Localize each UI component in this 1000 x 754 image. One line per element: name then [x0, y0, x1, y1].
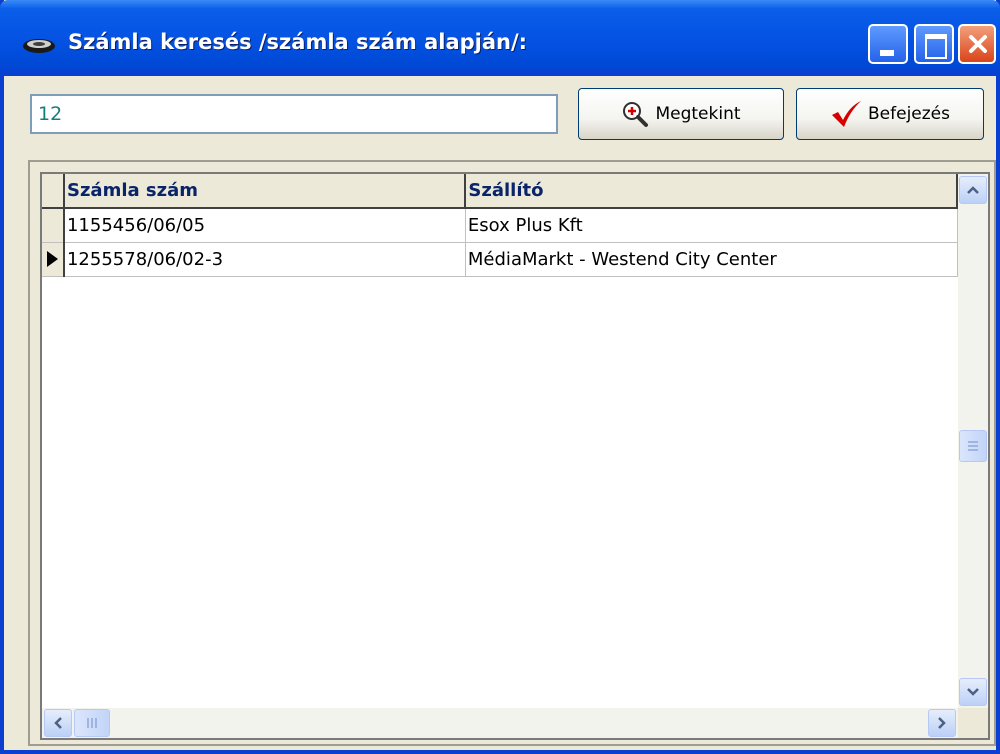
- supplier-cell[interactable]: MédiaMarkt - Westend City Center: [465, 242, 958, 277]
- horizontal-scroll-thumb[interactable]: [74, 709, 110, 737]
- checkmark-icon: [832, 101, 861, 127]
- grip-icon: [968, 441, 978, 451]
- invoice-number-cell[interactable]: 1255578/06/02-3: [63, 242, 466, 277]
- row-indicator-cell[interactable]: [42, 208, 65, 243]
- window-title: Számla keresés /számla szám alapján/:: [68, 30, 528, 54]
- view-button[interactable]: Megtekint: [578, 88, 784, 140]
- vertical-scrollbar[interactable]: [958, 174, 988, 708]
- vertical-scroll-thumb[interactable]: [959, 430, 987, 462]
- app-icon: [23, 39, 55, 53]
- invoice-number-cell[interactable]: 1155456/06/05: [63, 208, 466, 243]
- column-header-supplier[interactable]: Szállító: [465, 174, 958, 209]
- column-header-invoice-number[interactable]: Számla szám: [63, 174, 467, 209]
- results-table: Számla szám Szállító 1155456/06/05 Esox …: [42, 174, 958, 277]
- dialog-window: Számla keresés /számla szám alapján/: Me…: [0, 0, 1000, 754]
- close-button[interactable]: [958, 24, 996, 64]
- close-icon: [969, 35, 987, 53]
- table-row[interactable]: 1255578/06/02-3 MédiaMarkt - Westend Cit…: [42, 242, 958, 277]
- finish-button-label: Befejezés: [868, 104, 950, 124]
- magnifier-icon: [623, 102, 649, 127]
- grip-icon: [87, 718, 97, 728]
- minimize-button[interactable]: [868, 24, 908, 64]
- table-row[interactable]: 1155456/06/05 Esox Plus Kft: [42, 208, 958, 243]
- scroll-down-icon: [967, 688, 979, 696]
- row-pointer-icon: [47, 251, 58, 267]
- results-grid: Számla szám Szállító 1155456/06/05 Esox …: [40, 172, 990, 740]
- scroll-down-button[interactable]: [959, 678, 987, 706]
- scroll-left-button[interactable]: [44, 709, 72, 737]
- invoice-search-input[interactable]: [30, 94, 558, 134]
- maximize-button[interactable]: [914, 24, 954, 64]
- header-indicator-cell: [42, 174, 65, 209]
- finish-button[interactable]: Befejezés: [796, 88, 984, 140]
- table-header-row: Számla szám Szállító: [42, 174, 958, 209]
- scroll-left-icon: [54, 717, 62, 729]
- results-panel: Számla szám Szállító 1155456/06/05 Esox …: [28, 160, 996, 746]
- scroll-up-icon: [967, 186, 979, 194]
- supplier-cell[interactable]: Esox Plus Kft: [465, 208, 958, 243]
- scroll-right-button[interactable]: [928, 709, 956, 737]
- row-indicator-cell[interactable]: [42, 242, 65, 277]
- view-button-label: Megtekint: [655, 104, 741, 124]
- scroll-up-button[interactable]: [959, 176, 987, 204]
- scrollbar-corner: [958, 708, 988, 738]
- title-bar[interactable]: Számla keresés /számla szám alapján/:: [0, 0, 1000, 76]
- horizontal-scrollbar[interactable]: [42, 708, 958, 738]
- scroll-right-icon: [938, 717, 946, 729]
